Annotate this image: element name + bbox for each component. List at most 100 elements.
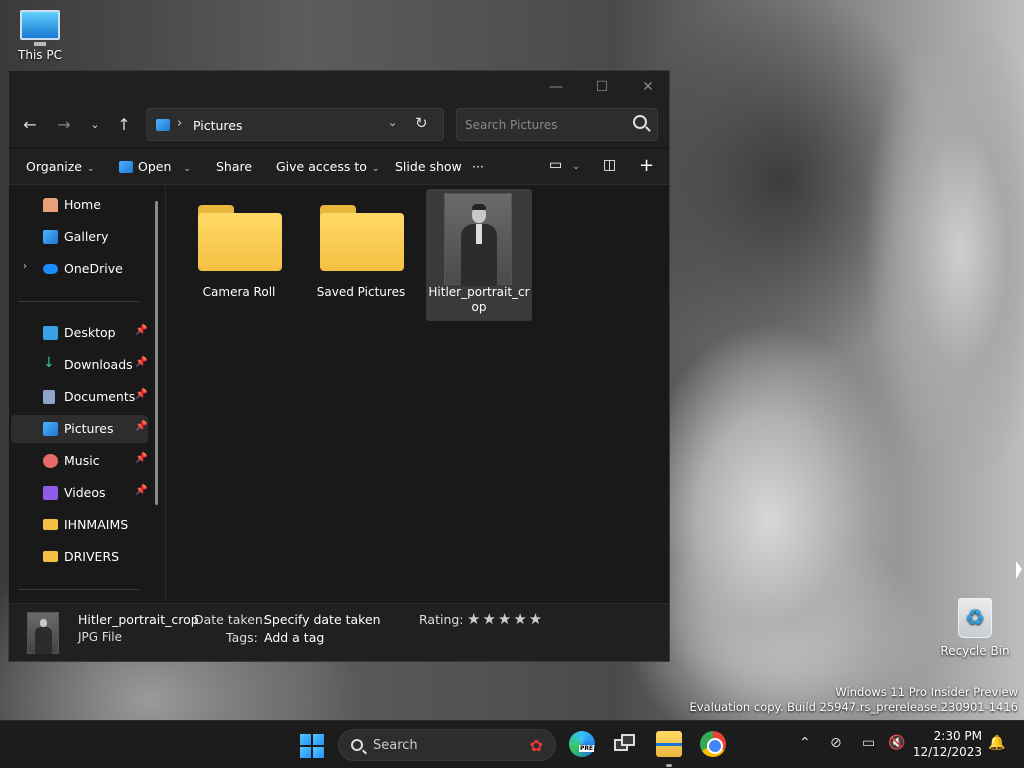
desktop-icon-recycle-bin[interactable]: ♻ Recycle Bin	[935, 598, 1015, 658]
search-box[interactable]	[456, 108, 658, 141]
refresh-icon[interactable]: ↻	[415, 114, 428, 132]
folder-icon	[43, 551, 58, 562]
title-bar[interactable]: — ☐ ✕	[9, 71, 669, 103]
chrome-icon[interactable]	[700, 731, 726, 757]
sidebar-item-videos[interactable]: Videos 📌	[11, 479, 148, 507]
maximize-button[interactable]: ☐	[579, 75, 625, 99]
back-button[interactable]: ←	[17, 115, 43, 137]
give-access-button[interactable]: Give access to ⌄	[276, 159, 379, 174]
video-icon	[43, 486, 58, 500]
minimize-button[interactable]: —	[533, 75, 579, 99]
edge-preview-icon[interactable]: PRE	[569, 731, 595, 757]
notification-bell-icon[interactable]: 🔔	[988, 735, 1005, 751]
show-hidden-icons-icon[interactable]: ⌃	[799, 735, 811, 751]
sidebar-scrollbar[interactable]	[155, 201, 158, 505]
organize-label: Organize	[26, 159, 82, 174]
poinsettia-icon: ✿	[529, 736, 543, 755]
file-list: Camera Roll Saved Pictures Hitler_portra…	[166, 185, 669, 603]
chevron-right-icon[interactable]: ›	[23, 261, 27, 272]
sidebar-item-label: Desktop	[64, 325, 116, 340]
sidebar-item-ihnmaims[interactable]: IHNMAIMS	[11, 511, 148, 539]
up-button[interactable]: ↑	[111, 115, 137, 137]
sidebar-item-music[interactable]: Music 📌	[11, 447, 148, 475]
address-bar[interactable]: › Pictures ⌄ ↻	[146, 108, 444, 141]
folder-item-camera-roll[interactable]: Camera Roll	[186, 189, 292, 321]
sidebar-item-home[interactable]: Home	[11, 191, 148, 219]
clock-time: 2:30 PM	[933, 729, 982, 743]
pin-icon: 📌	[135, 421, 148, 432]
sidebar-item-downloads[interactable]: ↓ Downloads 📌	[11, 351, 148, 379]
pin-icon: 📌	[135, 325, 148, 336]
file-explorer-window: — ☐ ✕ ← → ⌄ ↑ › Pictures ⌄ ↻ Organize ⌄ O…	[8, 70, 670, 662]
share-button[interactable]: Share	[216, 159, 252, 174]
sidebar-item-drivers[interactable]: DRIVERS	[11, 543, 148, 571]
sidebar-item-documents[interactable]: Documents 📌	[11, 383, 148, 411]
close-button[interactable]: ✕	[625, 75, 671, 99]
details-pane-icon[interactable]: ◫	[603, 157, 616, 173]
sidebar-item-desktop[interactable]: Desktop 📌	[11, 319, 148, 347]
desktop-icon-label: This PC	[18, 48, 62, 62]
give-access-label: Give access to	[276, 159, 367, 174]
volume-muted-icon[interactable]: 🔇	[888, 735, 905, 751]
taskbar-search-label: Search	[373, 738, 418, 753]
breadcrumb-separator-icon: ›	[177, 116, 183, 131]
date-taken-value[interactable]: Specify date taken	[264, 612, 381, 627]
pin-icon: 📌	[135, 453, 148, 464]
file-explorer-icon[interactable]	[656, 731, 682, 757]
address-toolbar: ← → ⌄ ↑ › Pictures ⌄ ↻	[9, 103, 669, 147]
desktop-icon-label: Recycle Bin	[940, 644, 1010, 658]
rating-label: Rating:	[419, 612, 464, 627]
sidebar-divider	[18, 589, 139, 590]
forward-button[interactable]: →	[51, 115, 77, 137]
view-button[interactable]: ▭ ⌄	[549, 157, 580, 173]
selected-file-type: JPG File	[78, 630, 122, 644]
pin-icon: 📌	[135, 389, 148, 400]
network-disconnected-icon[interactable]: ⊘	[830, 735, 842, 751]
recent-locations-button[interactable]: ⌄	[82, 115, 108, 137]
view-icon: ▭	[549, 157, 563, 173]
pictures-icon	[43, 422, 58, 436]
folder-icon	[320, 205, 404, 271]
open-button[interactable]: Open ⌄	[119, 159, 191, 174]
evaluation-watermark: Windows 11 Pro Insider Preview Evaluatio…	[690, 685, 1018, 715]
gallery-icon	[43, 230, 58, 244]
start-button[interactable]	[300, 734, 324, 758]
task-view-icon[interactable]	[612, 731, 638, 757]
folder-item-saved-pictures[interactable]: Saved Pictures	[308, 189, 414, 321]
chevron-down-icon: ⌄	[87, 164, 95, 174]
sidebar-item-onedrive[interactable]: › OneDrive	[11, 255, 148, 283]
folder-icon	[198, 205, 282, 271]
search-icon[interactable]	[633, 115, 647, 129]
sidebar-item-gallery[interactable]: Gallery	[11, 223, 148, 251]
search-input[interactable]	[465, 116, 625, 134]
watermark-line: Windows 11 Pro Insider Preview	[835, 685, 1018, 699]
rating-stars[interactable]: ★★★★★	[467, 610, 544, 628]
clock[interactable]: 2:30 PM 12/12/2023	[912, 728, 982, 760]
sidebar-item-label: Pictures	[64, 421, 114, 436]
organize-button[interactable]: Organize ⌄	[26, 159, 95, 174]
download-icon: ↓	[43, 355, 55, 371]
photos-app-icon	[119, 161, 133, 173]
desktop-icon-this-pc[interactable]: This PC	[0, 10, 80, 62]
pin-icon: 📌	[135, 357, 148, 368]
document-icon	[43, 390, 55, 404]
pictures-location-icon	[156, 119, 170, 131]
breadcrumb-pictures[interactable]: Pictures	[193, 118, 243, 133]
search-icon	[351, 739, 363, 751]
file-item-image[interactable]: Hitler_portrait_crop	[426, 189, 532, 321]
taskbar: Search ✿ PRE ⌃ ⊘ ▭ 🔇 2:30 PM 12/12/2023 …	[0, 720, 1024, 768]
sidebar-item-pictures[interactable]: Pictures 📌	[11, 415, 148, 443]
selected-file-name: Hitler_portrait_crop	[78, 612, 199, 627]
monitor-icon	[20, 10, 60, 46]
new-tab-icon[interactable]: +	[639, 155, 654, 176]
display-icon[interactable]: ▭	[862, 735, 875, 751]
mouse-cursor-icon	[1016, 561, 1022, 579]
slideshow-button[interactable]: Slide show	[395, 159, 462, 174]
more-options-button[interactable]: ···	[472, 159, 484, 174]
chevron-down-icon[interactable]: ⌄	[388, 116, 397, 129]
sidebar-item-label: Gallery	[64, 229, 109, 244]
selected-file-thumbnail	[27, 612, 59, 654]
item-label: Hitler_portrait_crop	[428, 285, 530, 314]
taskbar-search[interactable]: Search ✿	[338, 729, 556, 761]
tags-value[interactable]: Add a tag	[264, 630, 324, 645]
